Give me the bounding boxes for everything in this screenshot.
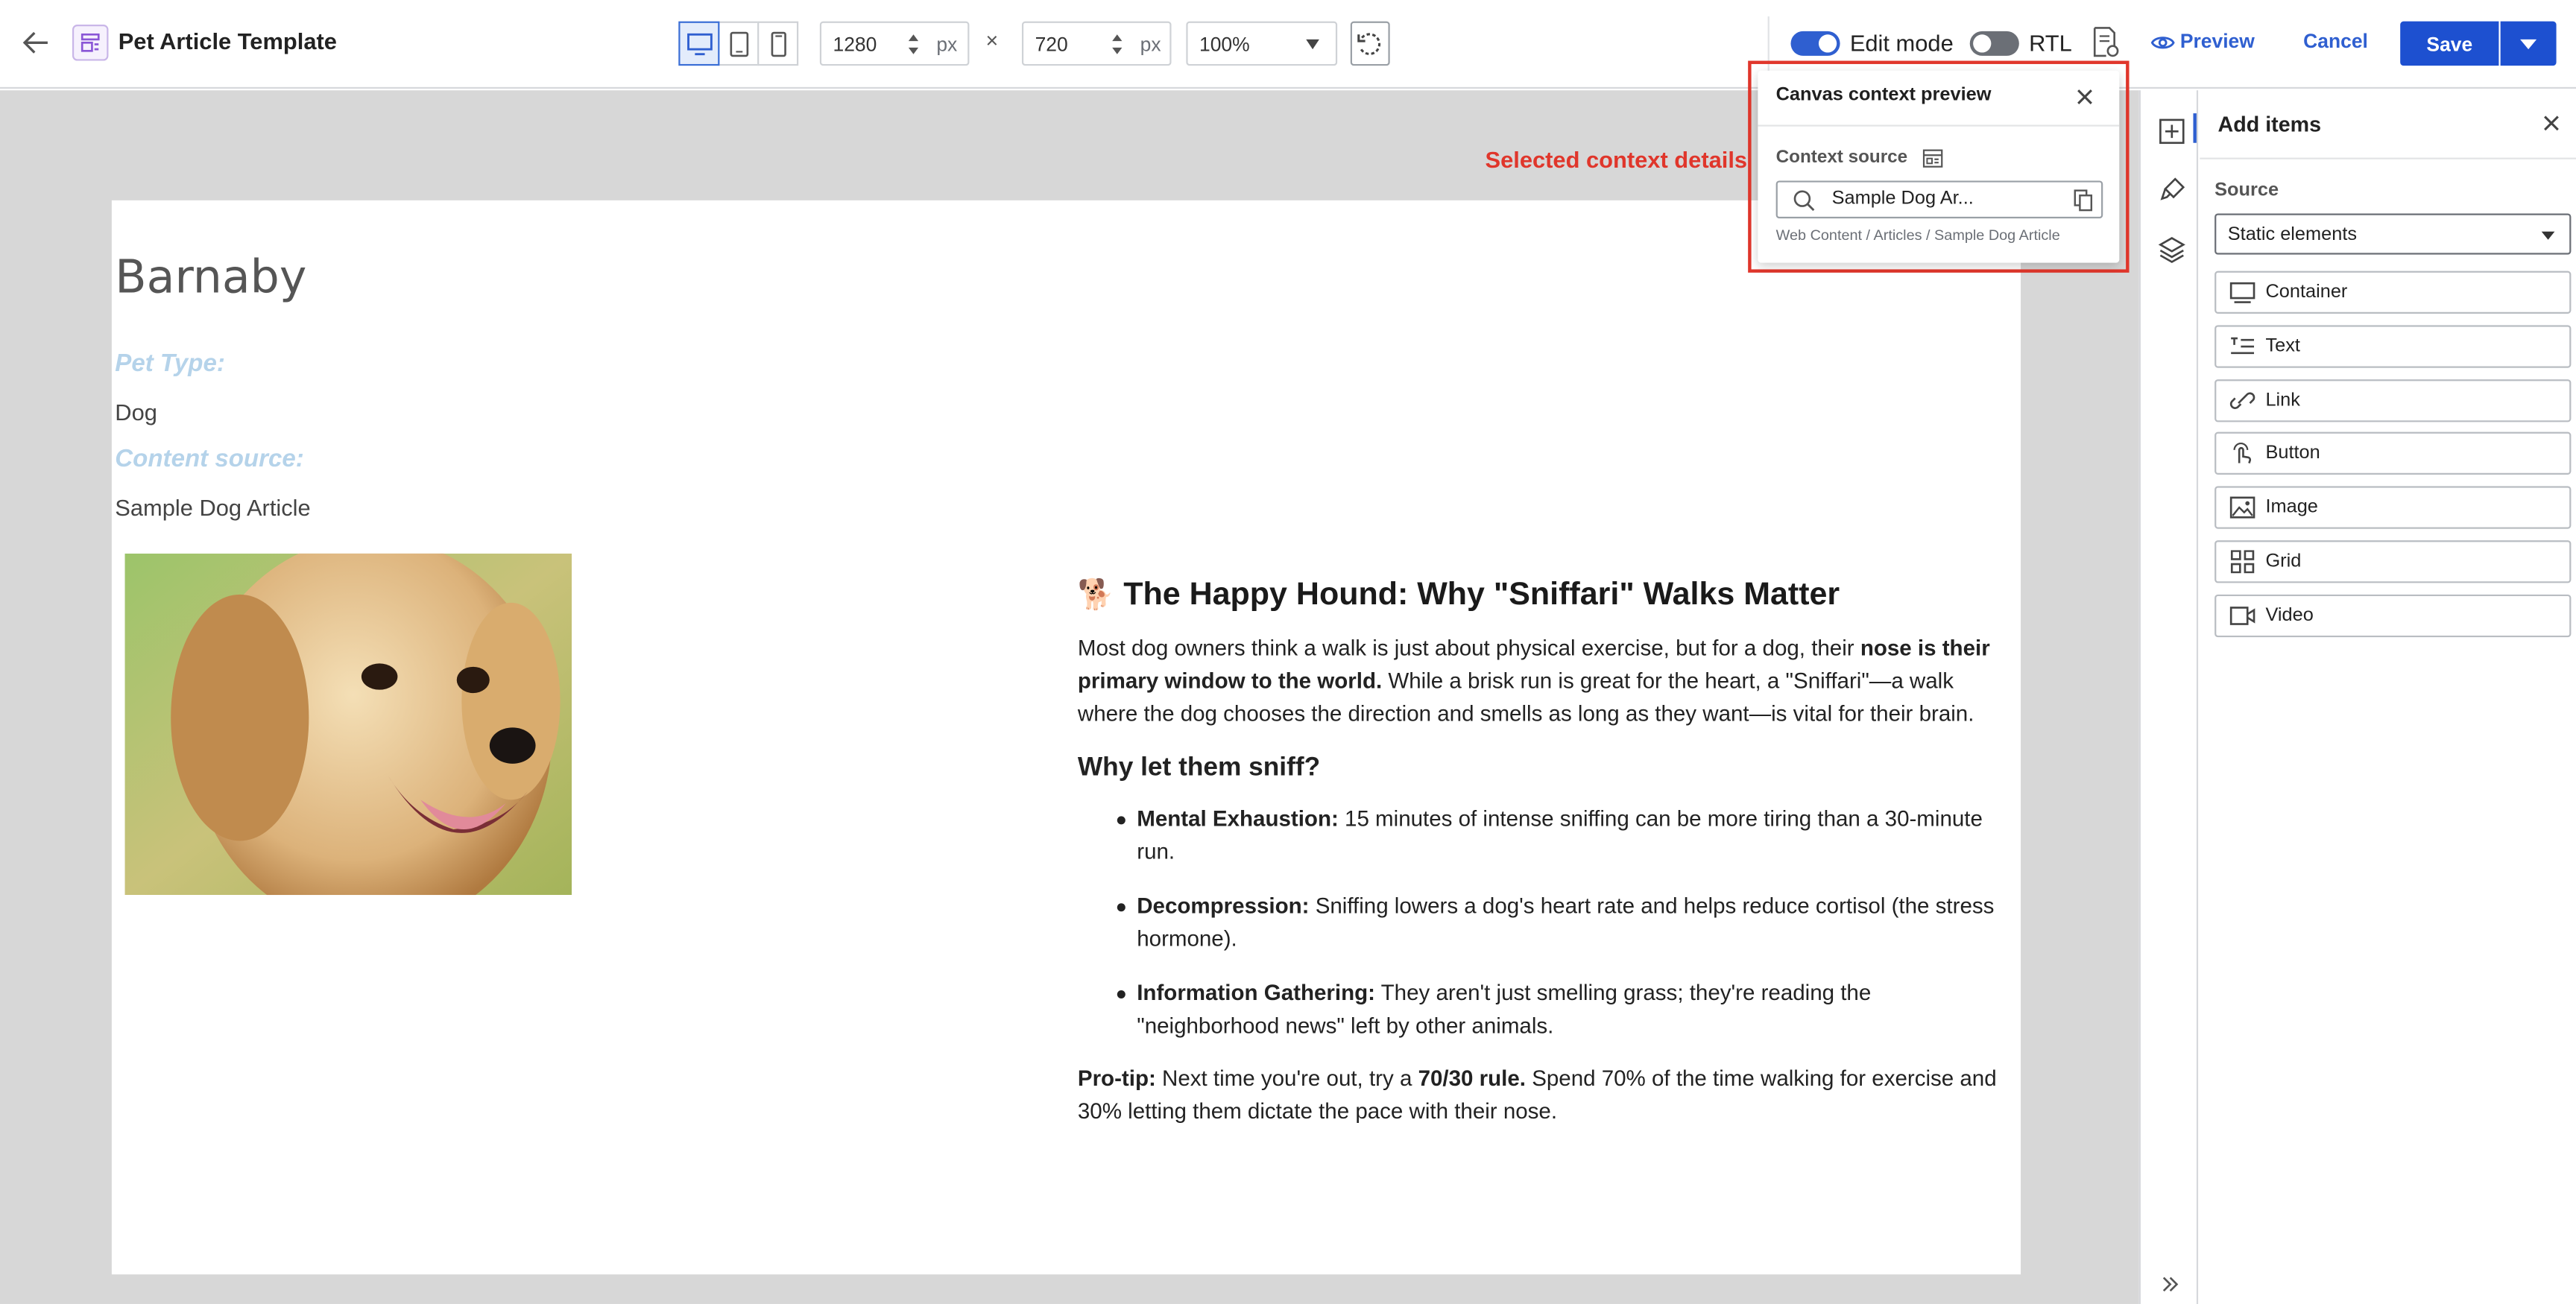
- mobile-view-button[interactable]: [757, 21, 799, 66]
- edit-mode-toggle[interactable]: [1790, 31, 1840, 56]
- tablet-view-button[interactable]: [718, 21, 760, 66]
- context-source-input[interactable]: Sample Dog Ar...: [1775, 180, 2103, 219]
- template-icon: [72, 25, 109, 61]
- chevron-down-icon: [1306, 39, 1319, 50]
- back-arrow-icon[interactable]: [16, 23, 56, 63]
- rotate-icon: [1357, 32, 1381, 54]
- tablet-icon: [729, 31, 748, 57]
- cancel-button[interactable]: Cancel: [2303, 30, 2368, 53]
- add-container-item[interactable]: Container: [2214, 270, 2572, 314]
- context-source-label: Context source: [1775, 148, 1908, 168]
- rtl-toggle[interactable]: [1969, 31, 2019, 56]
- benefits-list: Mental Exhaustion: 15 minutes of intense…: [1078, 803, 2011, 1043]
- app-window: Pet Article Template 1280 px × 720 px 10…: [0, 0, 2576, 1304]
- list-item: Information Gathering: They aren't just …: [1117, 977, 2011, 1042]
- chevron-down-icon: [2541, 231, 2555, 240]
- video-icon: [2229, 607, 2255, 625]
- list-item: Decompression: Sniffing lowers a dog's h…: [1117, 890, 2011, 956]
- copy-icon[interactable]: [2074, 189, 2095, 212]
- edit-mode-label: Edit mode: [1849, 29, 1954, 56]
- context-path: Web Content / Articles / Sample Dog Arti…: [1775, 227, 2060, 244]
- zoom-select[interactable]: 100%: [1186, 21, 1338, 66]
- link-icon: [2229, 392, 2255, 410]
- canvas-context-popup: Canvas context preview Context source Sa…: [1758, 70, 2120, 263]
- save-options-button[interactable]: [2500, 21, 2557, 66]
- add-text-item[interactable]: Text: [2214, 325, 2572, 368]
- pet-type-value: Dog: [115, 399, 157, 425]
- add-items-icon[interactable]: [2157, 116, 2187, 146]
- reset-view-button[interactable]: [1350, 21, 1390, 66]
- panel-header: Add items: [2200, 90, 2576, 159]
- style-brush-icon[interactable]: [2157, 176, 2187, 206]
- text-icon: [2231, 337, 2255, 355]
- close-icon[interactable]: [2074, 86, 2097, 109]
- preview-button[interactable]: Preview: [2150, 30, 2255, 53]
- rtl-label: RTL: [2029, 29, 2072, 56]
- phone-icon: [770, 31, 786, 57]
- search-icon: [1793, 190, 1815, 212]
- article-heading: 🐕 The Happy Hound: Why "Sniffari" Walks …: [1077, 576, 1840, 613]
- context-details-annotation: Selected context details: [1485, 146, 1748, 173]
- image-icon: [2229, 496, 2255, 519]
- article-body: 🐕 The Happy Hound: Why "Sniffari" Walks …: [1078, 575, 2011, 1128]
- container-icon: [2229, 282, 2255, 303]
- add-image-item[interactable]: Image: [2214, 486, 2572, 529]
- panel-title: Add items: [2217, 111, 2322, 136]
- desktop-view-button[interactable]: [678, 21, 720, 66]
- puppy-image: [124, 553, 572, 896]
- save-button[interactable]: Save: [2400, 21, 2499, 66]
- add-button-item[interactable]: Button: [2214, 431, 2572, 475]
- pet-name-heading: Barnaby: [115, 250, 307, 304]
- add-video-item[interactable]: Video: [2214, 594, 2572, 638]
- width-input[interactable]: 1280 px: [819, 21, 970, 66]
- article-intro: Most dog owners think a walk is just abo…: [1077, 635, 1990, 727]
- dog-emoji: 🐕: [1077, 577, 1115, 611]
- chevron-down-icon: [2520, 39, 2537, 50]
- top-toolbar: Pet Article Template 1280 px × 720 px 10…: [0, 0, 2576, 89]
- list-item: Mental Exhaustion: 15 minutes of intense…: [1117, 803, 2011, 869]
- device-switcher: [678, 21, 799, 66]
- source-select[interactable]: Static elements: [2214, 213, 2572, 255]
- popup-title: Canvas context preview: [1775, 85, 1992, 106]
- content-source-label: Content source:: [115, 445, 304, 473]
- close-icon[interactable]: [2540, 112, 2563, 135]
- layers-icon[interactable]: [2157, 235, 2187, 265]
- grid-icon: [2230, 550, 2255, 574]
- desktop-icon: [686, 32, 712, 55]
- eye-icon: [2150, 37, 2175, 49]
- active-indicator: [2193, 113, 2197, 143]
- height-input[interactable]: 720 px: [1021, 21, 1172, 66]
- content-source-value: Sample Dog Article: [115, 494, 311, 521]
- page-preview: Barnaby Pet Type: Dog Content source: Sa…: [111, 200, 2021, 1275]
- divider: [1758, 124, 2120, 127]
- add-grid-item[interactable]: Grid: [2214, 540, 2572, 583]
- pet-type-label: Pet Type:: [115, 349, 225, 378]
- side-rail: [2138, 90, 2199, 1304]
- expand-panel-icon[interactable]: [2160, 1273, 2179, 1303]
- source-label: Source: [2214, 180, 2279, 200]
- button-icon: [2233, 442, 2252, 463]
- add-link-item[interactable]: Link: [2214, 379, 2572, 422]
- stepper-icon[interactable]: [1111, 31, 1124, 57]
- dimension-separator: ×: [985, 28, 999, 53]
- source-info-icon[interactable]: [1922, 148, 1944, 169]
- context-settings-icon[interactable]: [2090, 26, 2120, 59]
- add-items-panel: Add items Source Static elements Contain…: [2200, 90, 2576, 1304]
- stepper-icon[interactable]: [907, 31, 921, 57]
- page-title: Pet Article Template: [118, 28, 337, 54]
- article-subheading: Why let them sniff?: [1077, 753, 1321, 782]
- pro-tip: Pro-tip: Next time you're out, try a 70/…: [1077, 1066, 1997, 1124]
